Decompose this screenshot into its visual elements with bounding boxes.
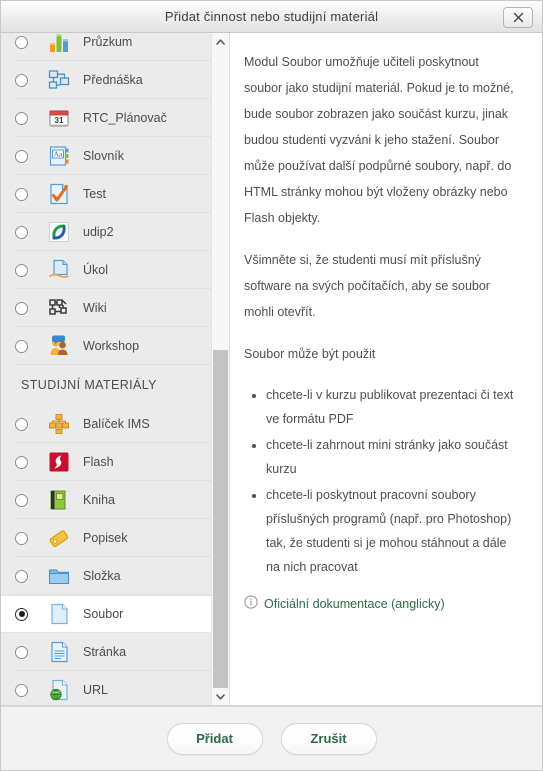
add-activity-dialog: Přidat činnost nebo studijní materiál Pr… (0, 0, 543, 771)
list-item-label: Flash (83, 455, 114, 469)
list-item-label: Stránka (83, 645, 127, 659)
radio-button[interactable] (15, 339, 28, 353)
radio-button[interactable] (15, 683, 28, 697)
svg-text:Aa: Aa (54, 151, 63, 159)
official-documentation-link[interactable]: Oficiální dokumentace (anglicky) (264, 595, 445, 613)
list-scrollbar[interactable] (211, 33, 229, 705)
list-item-label: Průzkum (83, 35, 133, 49)
list-item[interactable]: udip2 (1, 213, 229, 251)
list-item[interactable]: Workshop (1, 327, 229, 365)
list-item-label: udip2 (83, 225, 114, 239)
url-globe-icon (47, 678, 71, 702)
list-item-label: Slovník (83, 149, 124, 163)
info-icon (244, 595, 258, 614)
flash-icon (47, 450, 71, 474)
list-item[interactable]: Popisek (1, 519, 229, 557)
list-item-label: Přednáška (83, 73, 143, 87)
list-item-label: RTC_Plánovač (83, 111, 167, 125)
radio-button[interactable] (15, 417, 28, 431)
list-item-label: Test (83, 187, 106, 201)
wiki-icon (47, 296, 71, 320)
radio-button[interactable] (15, 111, 28, 125)
file-icon (47, 602, 71, 626)
documentation-link-row: Oficiální dokumentace (anglicky) (244, 595, 518, 614)
calendar-icon: 31 (47, 106, 71, 130)
description-bullet-list: chcete-li v kurzu publikovat prezentaci … (244, 383, 518, 579)
book-icon (47, 488, 71, 512)
list-item[interactable]: URL (1, 671, 229, 705)
description-bullet: chcete-li zahrnout mini stránky jako sou… (266, 433, 518, 481)
module-description-pane: Modul Soubor umožňuje učiteli poskytnout… (230, 33, 542, 705)
list-item[interactable]: Balíček IMS (1, 405, 229, 443)
description-bullet: chcete-li poskytnout pracovní soubory př… (266, 483, 518, 579)
list-item[interactable]: Flash (1, 443, 229, 481)
list-item-label: Balíček IMS (83, 417, 150, 431)
dialog-footer: Přidat Zrušit (1, 706, 542, 770)
list-item-label: Popisek (83, 531, 128, 545)
row-divider (15, 364, 215, 365)
radio-button[interactable] (15, 569, 28, 583)
radio-button[interactable] (15, 607, 28, 621)
flowchart-icon (47, 68, 71, 92)
quiz-icon (47, 182, 71, 206)
module-list-pane: Průzkum Přednáška 31 RTC_Plánovač Aa Slovník T… (1, 33, 230, 705)
list-item-label: Workshop (83, 339, 140, 353)
list-item-label: Úkol (83, 263, 109, 277)
scroll-up-arrow-icon[interactable] (212, 33, 229, 50)
folder-icon (47, 564, 71, 588)
close-icon[interactable] (503, 7, 533, 28)
dialog-body: Průzkum Přednáška 31 RTC_Plánovač Aa Slovník T… (1, 33, 542, 706)
label-tag-icon (47, 526, 71, 550)
bar-chart-icon (47, 33, 71, 54)
workshop-icon (47, 334, 71, 358)
radio-button[interactable] (15, 455, 28, 469)
radio-button[interactable] (15, 531, 28, 545)
list-item-label: URL (83, 683, 109, 697)
list-item[interactable]: Stránka (1, 633, 229, 671)
radio-button[interactable] (15, 493, 28, 507)
radio-button[interactable] (15, 73, 28, 87)
radio-button[interactable] (15, 263, 28, 277)
radio-button[interactable] (15, 149, 28, 163)
list-item-label: Wiki (83, 301, 107, 315)
ims-package-icon (47, 412, 71, 436)
module-list: Průzkum Přednáška 31 RTC_Plánovač Aa Slovník T… (1, 33, 229, 705)
svg-text:31: 31 (55, 116, 64, 125)
list-item[interactable]: Přednáška (1, 61, 229, 99)
submit-button[interactable]: Přidat (166, 722, 263, 755)
section-header-resources: STUDIJNÍ MATERIÁLY (21, 378, 157, 392)
list-item[interactable]: Kniha (1, 481, 229, 519)
page-icon (47, 640, 71, 664)
udip2-icon (47, 220, 71, 244)
list-item[interactable]: Test (1, 175, 229, 213)
list-item[interactable]: Soubor (1, 595, 229, 633)
list-item[interactable]: Úkol (1, 251, 229, 289)
description-paragraph-2: Všimněte si, že studenti musí mít příslu… (244, 253, 490, 319)
assignment-icon (47, 258, 71, 282)
dialog-title: Přidat činnost nebo studijní materiál (164, 9, 379, 24)
list-item[interactable]: Wiki (1, 289, 229, 327)
list-item[interactable]: Průzkum (1, 33, 229, 61)
list-item-label: Soubor (83, 607, 124, 621)
radio-button[interactable] (15, 301, 28, 315)
radio-button[interactable] (15, 645, 28, 659)
list-item[interactable]: 31 RTC_Plánovač (1, 99, 229, 137)
list-item-label: Složka (83, 569, 121, 583)
description-bullet: chcete-li v kurzu publikovat prezentaci … (266, 383, 518, 431)
radio-button[interactable] (15, 225, 28, 239)
scroll-down-arrow-icon[interactable] (212, 688, 229, 705)
list-item[interactable]: Složka (1, 557, 229, 595)
scrollbar-thumb[interactable] (213, 350, 228, 705)
dialog-titlebar: Přidat činnost nebo studijní materiál (1, 1, 542, 33)
radio-button[interactable] (15, 35, 28, 49)
description-paragraph-3: Soubor může být použit (244, 347, 376, 361)
cancel-button[interactable]: Zrušit (280, 722, 377, 755)
list-item-label: Kniha (83, 493, 115, 507)
description-paragraph-1: Modul Soubor umožňuje učiteli poskytnout… (244, 55, 514, 225)
glossary-icon: Aa (47, 144, 71, 168)
list-item[interactable]: Aa Slovník (1, 137, 229, 175)
radio-button[interactable] (15, 187, 28, 201)
